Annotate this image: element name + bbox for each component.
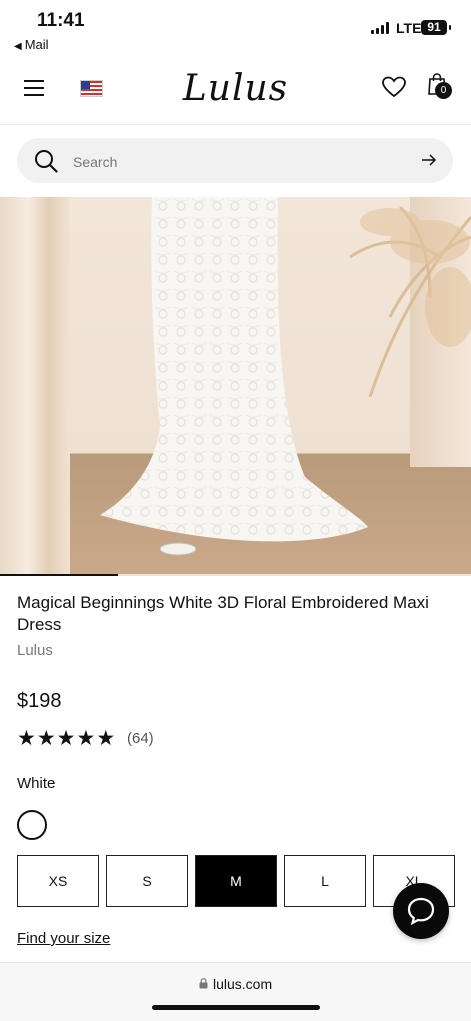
chat-button[interactable] bbox=[393, 883, 449, 939]
star-rating[interactable]: ★★★★★ bbox=[17, 728, 116, 750]
battery-icon: 91 bbox=[421, 20, 451, 35]
back-triangle-icon: ◀ bbox=[14, 41, 22, 52]
browser-url-bar[interactable]: lulus.com bbox=[0, 962, 471, 1021]
signal-icon bbox=[371, 22, 391, 34]
star-icon: ★ bbox=[17, 727, 36, 750]
color-swatch-white[interactable] bbox=[17, 810, 47, 840]
star-icon: ★ bbox=[36, 727, 56, 750]
wishlist-heart-icon[interactable] bbox=[382, 76, 406, 98]
arrow-right-icon[interactable] bbox=[421, 152, 437, 168]
gallery-progress-fill bbox=[0, 574, 118, 576]
size-button-m[interactable]: M bbox=[195, 855, 277, 907]
url-text[interactable]: lulus.com bbox=[213, 976, 272, 992]
gallery-progress-bar bbox=[0, 574, 471, 576]
search-icon[interactable] bbox=[34, 149, 58, 173]
status-bar: 11:41 ◀ Mail LTE 91 bbox=[0, 0, 471, 56]
back-to-app-link[interactable]: ◀ Mail bbox=[14, 37, 49, 52]
site-header: Lulus 0 bbox=[0, 56, 471, 125]
background-curtain bbox=[0, 197, 70, 574]
home-indicator bbox=[152, 1005, 320, 1010]
star-icon: ★ bbox=[96, 727, 116, 750]
search-bar[interactable] bbox=[17, 138, 453, 183]
size-button-s[interactable]: S bbox=[106, 855, 188, 907]
product-price: $198 bbox=[17, 690, 62, 712]
star-icon: ★ bbox=[56, 727, 76, 750]
color-name: White bbox=[17, 775, 56, 792]
dress-illustration bbox=[100, 197, 368, 556]
network-label: LTE bbox=[396, 20, 422, 36]
product-title: Magical Beginnings White 3D Floral Embro… bbox=[17, 593, 429, 634]
battery-level: 91 bbox=[427, 20, 441, 34]
find-your-size-link[interactable]: Find your size bbox=[17, 930, 110, 947]
chat-bubble-icon bbox=[407, 897, 435, 925]
product-image[interactable] bbox=[0, 197, 471, 574]
back-app-label: Mail bbox=[24, 37, 49, 52]
star-icon: ★ bbox=[76, 727, 96, 750]
cart-count-badge: 0 bbox=[435, 82, 452, 99]
search-input[interactable] bbox=[71, 148, 405, 175]
product-brand[interactable]: Lulus bbox=[17, 642, 53, 659]
lock-icon bbox=[199, 978, 208, 989]
review-count[interactable]: (64) bbox=[127, 730, 154, 747]
size-button-xs[interactable]: XS bbox=[17, 855, 99, 907]
size-button-l[interactable]: L bbox=[284, 855, 366, 907]
status-time: 11:41 bbox=[37, 10, 85, 31]
